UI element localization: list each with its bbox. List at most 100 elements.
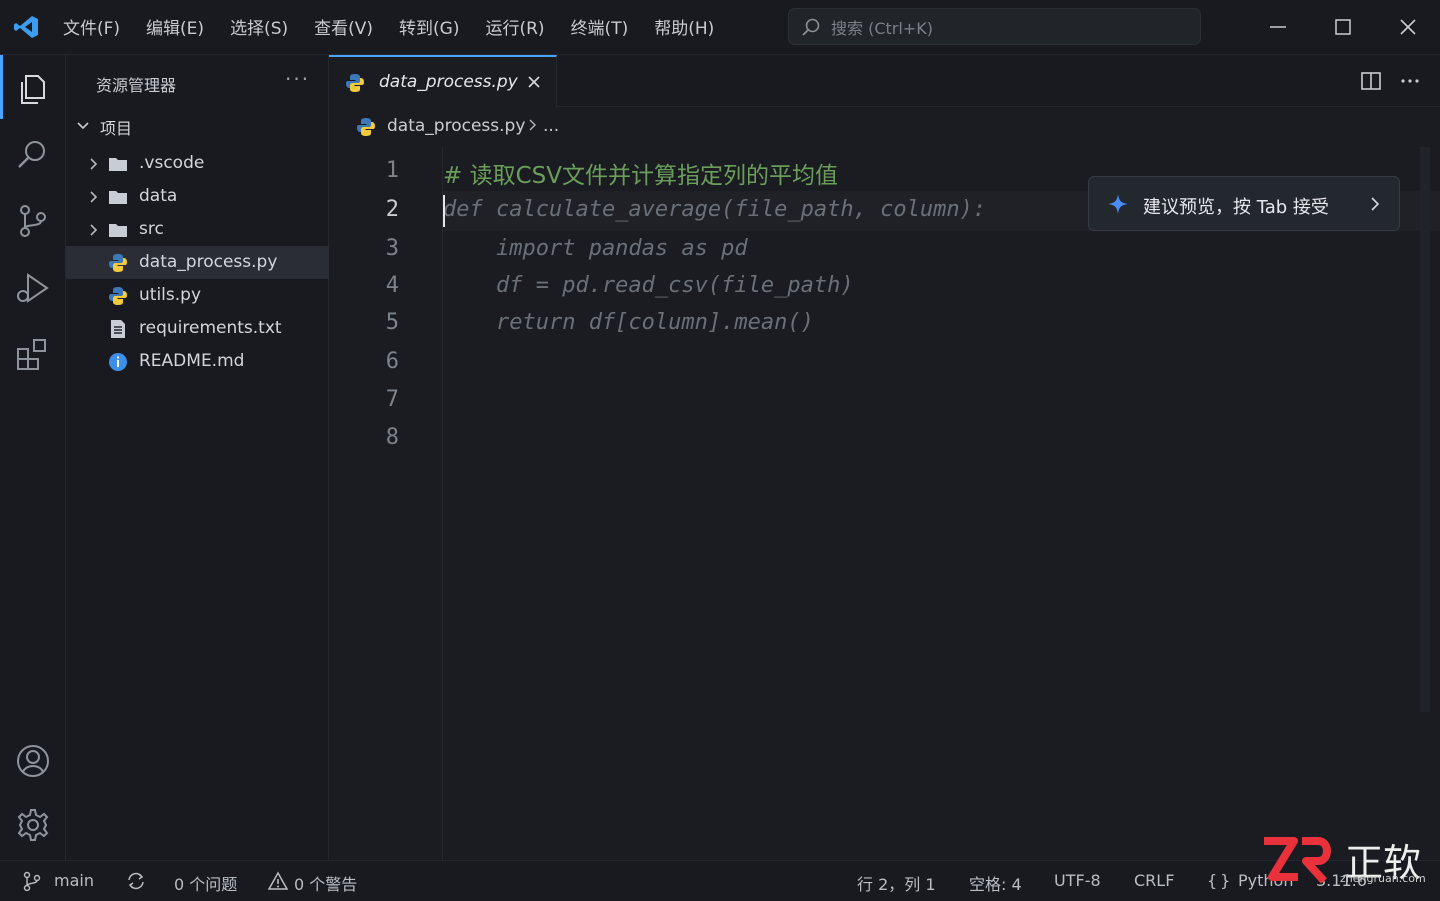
sparkle-icon <box>1108 194 1128 214</box>
tree-item-requirements-txt[interactable]: requirements.txt <box>66 312 329 345</box>
tree-item-label: requirements.txt <box>139 318 282 338</box>
tree-item-data-process-py[interactable]: data_process.py <box>66 246 329 279</box>
suggestion-hint: 建议预览，按 Tab 接受 <box>1143 197 1329 218</box>
folder-icon <box>109 224 127 237</box>
ghost-suggestion-line[interactable]: import pandas as pd <box>443 236 748 261</box>
chevron-right-icon <box>90 158 98 170</box>
tab-data-process-py[interactable]: data_process.py <box>329 55 557 108</box>
source-control-icon[interactable] <box>14 202 52 240</box>
close-window-icon[interactable] <box>1395 14 1421 40</box>
sidebar-title: 资源管理器 <box>96 76 177 95</box>
tab-label: data_process.py <box>379 72 518 92</box>
search-icon <box>802 18 820 36</box>
title-bar: 文件(F) 编辑(E) 选择(S) 查看(V) 转到(G) 运行(R) 终端(T… <box>0 0 1440 55</box>
encoding[interactable]: UTF-8 <box>1054 871 1101 890</box>
chevron-right-icon <box>529 119 536 131</box>
line-number: 5 <box>385 310 399 335</box>
explorer-sidebar: 资源管理器 ··· 项目 .vscode data src data_proce… <box>66 55 329 860</box>
tree-item-vscode[interactable]: .vscode <box>66 147 329 180</box>
problems-count[interactable]: 0 个问题 <box>174 871 237 895</box>
info-icon <box>109 353 127 371</box>
ghost-suggestion-line[interactable]: df = pd.read_csv(file_path) <box>443 273 854 298</box>
folder-icon <box>109 158 127 171</box>
run-debug-icon[interactable] <box>14 269 52 307</box>
project-section-header[interactable]: 项目 <box>66 109 329 142</box>
editor-area: data_process.py data_process.py ... 1 2 … <box>329 55 1440 860</box>
extensions-icon[interactable] <box>14 335 52 373</box>
line-number: 1 <box>385 158 399 183</box>
chevron-right-icon[interactable] <box>1367 196 1383 212</box>
vertical-scrollbar[interactable] <box>1420 147 1430 712</box>
tree-item-utils-py[interactable]: utils.py <box>66 279 329 312</box>
split-editor-icon[interactable] <box>1360 70 1382 92</box>
tree-item-label: README.md <box>139 351 245 371</box>
maximize-icon[interactable] <box>1330 14 1356 40</box>
warning-icon <box>268 871 288 890</box>
breadcrumb-symbols[interactable]: ... <box>543 116 559 136</box>
account-icon[interactable] <box>14 742 52 780</box>
python-file-icon <box>109 254 127 272</box>
watermark-url: zhengruan.com <box>1340 872 1426 885</box>
tree-item-label: data <box>139 186 178 206</box>
project-label: 项目 <box>100 119 133 138</box>
cursor-position[interactable]: 行 2，列 1 <box>857 871 936 895</box>
tree-item-src[interactable]: src <box>66 213 329 246</box>
tree-item-readme-md[interactable]: README.md <box>66 345 329 378</box>
close-tab-icon[interactable] <box>526 74 542 90</box>
text-cursor <box>443 195 445 227</box>
tree-item-label: .vscode <box>139 153 205 173</box>
activity-bar <box>0 55 66 860</box>
search-placeholder: 搜索 (Ctrl+K) <box>831 18 933 38</box>
menu-bar: 文件(F) 编辑(E) 选择(S) 查看(V) 转到(G) 运行(R) 终端(T… <box>63 14 740 39</box>
status-bar: main 0 个问题 0 个警告 行 2，列 1 空格: 4 UTF-8 CRL… <box>0 860 1440 901</box>
more-actions-icon[interactable]: ··· <box>285 67 310 91</box>
indentation[interactable]: 空格: 4 <box>969 871 1022 895</box>
python-file-icon <box>346 74 364 92</box>
menu-file[interactable]: 文件(F) <box>63 14 120 39</box>
settings-gear-icon[interactable] <box>14 806 52 844</box>
breadcrumb-file[interactable]: data_process.py <box>387 116 525 136</box>
warnings-count[interactable]: 0 个警告 <box>294 871 357 895</box>
line-number: 2 <box>385 197 399 222</box>
explorer-icon[interactable] <box>14 70 52 108</box>
chevron-right-icon <box>90 224 98 236</box>
menu-terminal[interactable]: 终端(T) <box>571 14 629 39</box>
tree-item-label: utils.py <box>139 285 201 305</box>
tab-bar: data_process.py <box>329 55 1440 108</box>
tree-item-label: data_process.py <box>139 252 278 272</box>
python-file-icon <box>109 287 127 305</box>
line-number: 6 <box>385 349 399 374</box>
menu-selection[interactable]: 选择(S) <box>230 14 288 39</box>
menu-help[interactable]: 帮助(H) <box>654 14 714 39</box>
line-number: 3 <box>385 236 399 261</box>
language-braces-icon: {} <box>1207 871 1234 890</box>
menu-edit[interactable]: 编辑(E) <box>146 14 204 39</box>
tree-item-data[interactable]: data <box>66 180 329 213</box>
active-indicator <box>0 55 3 119</box>
code-line-comment[interactable]: # 读取CSV文件并计算指定列的平均值 <box>443 156 838 190</box>
branch-name[interactable]: main <box>54 871 94 890</box>
menu-run[interactable]: 运行(R) <box>485 14 544 39</box>
inline-suggestion-popup[interactable]: 建议预览，按 Tab 接受 <box>1088 176 1400 231</box>
chevron-down-icon <box>77 122 89 130</box>
tree-item-label: src <box>139 219 164 239</box>
python-file-icon <box>357 118 375 136</box>
ghost-suggestion-line[interactable]: return df[column].mean() <box>443 310 814 335</box>
line-number: 8 <box>385 425 399 450</box>
search-input[interactable]: 搜索 (Ctrl+K) <box>788 8 1201 45</box>
menu-view[interactable]: 查看(V) <box>314 14 373 39</box>
ghost-suggestion-line[interactable]: def calculate_average(file_path, column)… <box>443 197 986 222</box>
minimize-icon[interactable] <box>1265 14 1291 40</box>
sync-icon[interactable] <box>126 871 146 891</box>
menu-go[interactable]: 转到(G) <box>399 14 459 39</box>
line-number: 4 <box>385 273 399 298</box>
editor-more-actions-icon[interactable] <box>1399 70 1421 92</box>
line-ending[interactable]: CRLF <box>1134 871 1174 890</box>
text-file-icon <box>111 320 125 338</box>
line-number: 7 <box>385 387 399 412</box>
chevron-right-icon <box>90 191 98 203</box>
search-view-icon[interactable] <box>14 136 52 174</box>
folder-icon <box>109 191 127 204</box>
git-branch-icon <box>23 871 41 891</box>
breadcrumb: data_process.py ... <box>329 108 1440 146</box>
